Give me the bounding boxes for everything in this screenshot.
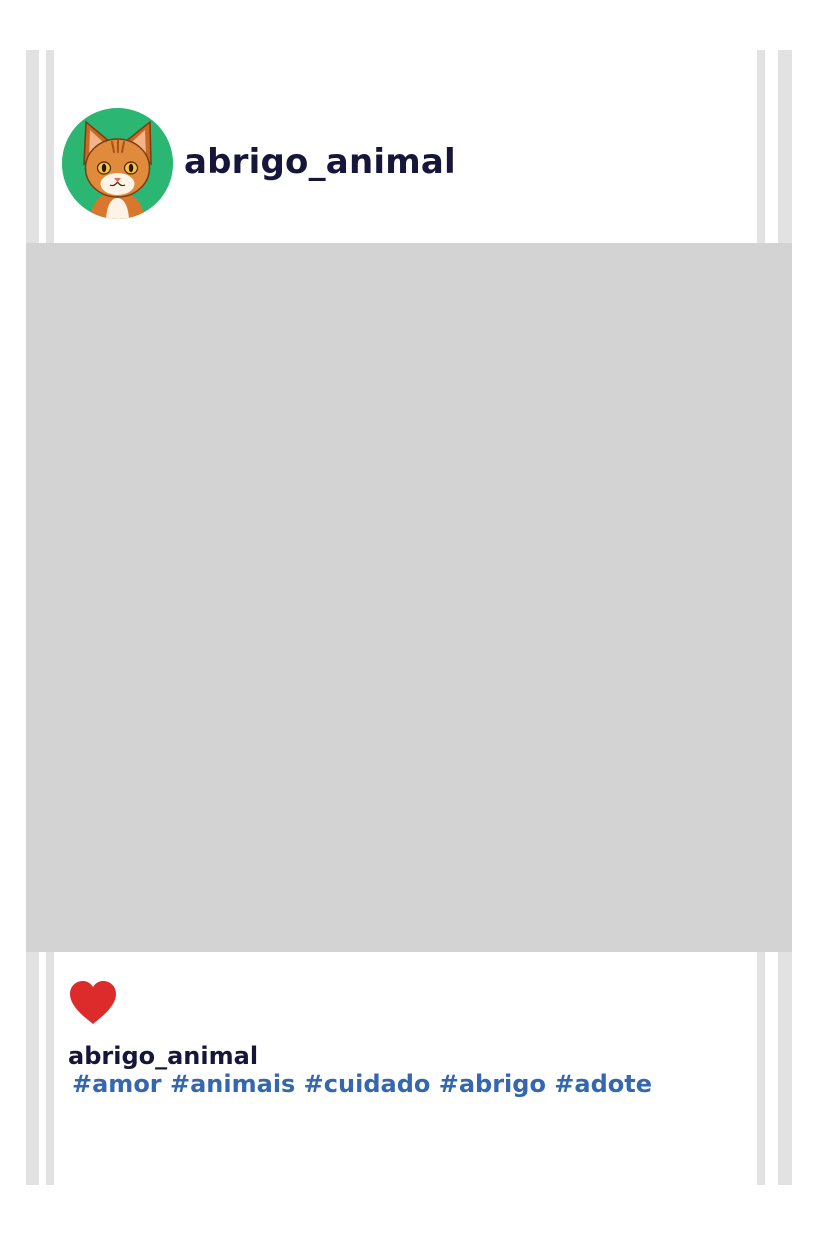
post-footer: abrigo_animal #amor #animais #cuidado #a… [26,952,792,1185]
caption-hashtags[interactable]: #amor #animais #cuidado #abrigo #adote [72,1070,652,1098]
post-image-placeholder[interactable] [26,243,792,952]
post-header: abrigo_animal [26,50,792,243]
header-username[interactable]: abrigo_animal [184,142,456,182]
heart-icon[interactable] [68,980,118,1026]
cat-avatar-icon [62,108,173,219]
avatar[interactable] [62,108,173,219]
caption-username[interactable]: abrigo_animal [68,1042,258,1070]
post-card: abrigo_animal abrigo_animal #amor #anima… [26,50,792,1185]
